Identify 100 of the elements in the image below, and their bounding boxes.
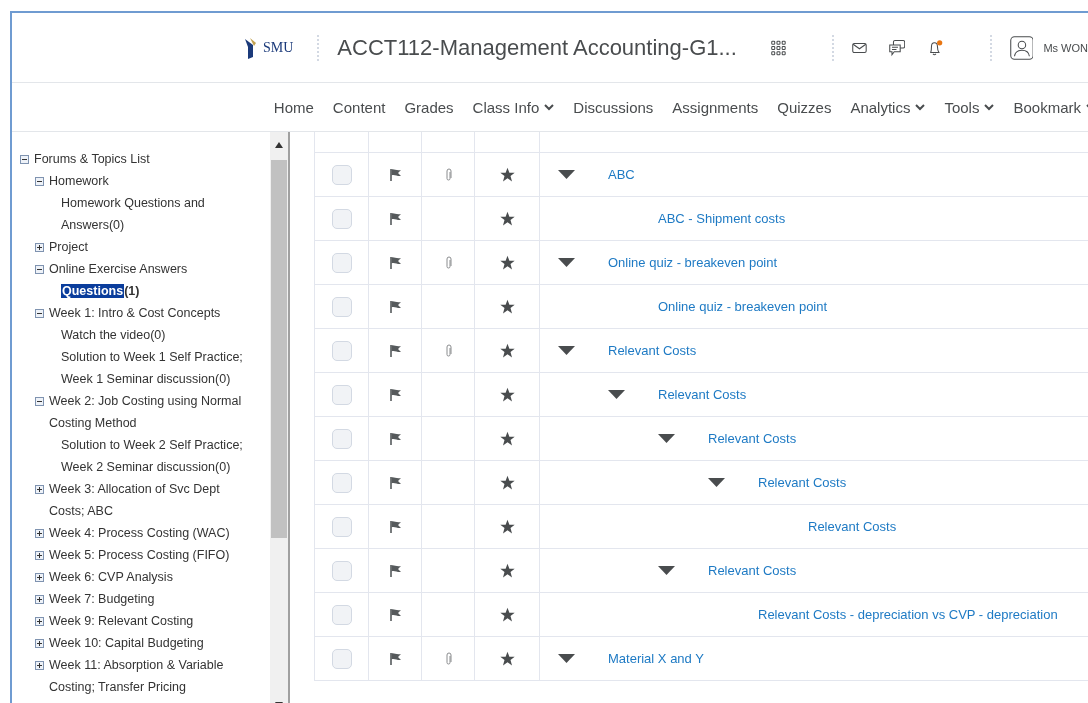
tree-toggle-icon[interactable] (35, 529, 44, 538)
row-checkbox[interactable] (331, 604, 352, 625)
row-checkbox[interactable] (331, 516, 352, 537)
thread-link[interactable]: Relevant Costs (708, 431, 797, 446)
caret-icon[interactable] (708, 478, 725, 487)
flag-icon[interactable] (388, 476, 402, 489)
row-checkbox[interactable] (331, 164, 352, 185)
mail-icon[interactable] (851, 40, 867, 55)
tree-item[interactable]: Week 10: Capital Budgeting (49, 632, 204, 654)
tree-item[interactable]: Week 5: Process Costing (FIFO) (49, 544, 230, 566)
caret-icon[interactable] (558, 170, 575, 179)
nav-link[interactable]: Grades (404, 98, 454, 116)
tree-toggle-icon[interactable] (35, 309, 44, 318)
course-title[interactable]: ACCT112-Management Accounting-G1... (337, 34, 737, 61)
tree-toggle-icon[interactable] (35, 485, 44, 494)
caret-icon[interactable] (658, 434, 675, 443)
tree-toggle-icon[interactable] (35, 243, 44, 252)
nav-link[interactable]: Content (332, 98, 386, 116)
scroll-up-icon[interactable] (275, 142, 283, 148)
tree-toggle-icon[interactable] (35, 177, 44, 186)
tree-item[interactable]: Watch the video(0) (61, 324, 166, 346)
tree-item[interactable]: Homework Questions and Answers(0) (61, 192, 261, 236)
star-icon[interactable] (499, 607, 515, 622)
thread-link[interactable]: Relevant Costs - depreciation vs CVP - depreciation (758, 607, 1058, 622)
nav-link[interactable]: Assignments (672, 98, 759, 116)
flag-icon[interactable] (388, 300, 402, 313)
nav-link[interactable]: Discussions (573, 98, 654, 116)
caret-icon[interactable] (608, 390, 625, 399)
flag-icon[interactable] (388, 344, 402, 357)
row-checkbox[interactable] (331, 208, 352, 229)
star-icon[interactable] (499, 343, 515, 358)
tree-item[interactable]: Forums & Topics List (34, 148, 150, 170)
tree-toggle-icon[interactable] (35, 595, 44, 604)
tree-item[interactable]: Online Exercise Answers (49, 258, 188, 280)
flag-icon[interactable] (388, 212, 402, 225)
flag-icon[interactable] (388, 520, 402, 533)
row-checkbox[interactable] (331, 560, 352, 581)
thread-link[interactable]: Online quiz - breakeven point (608, 255, 778, 270)
tree-item[interactable]: Solution to Week 2 Self Practice; Week 2 Seminar discussion(0) (61, 434, 261, 478)
nav-link[interactable]: Analytics (850, 98, 926, 116)
star-icon[interactable] (499, 255, 515, 270)
tree-toggle-icon[interactable] (35, 639, 44, 648)
thread-link[interactable]: Relevant Costs (758, 475, 847, 490)
tree-item[interactable]: Week 3: Allocation of Svc Dept Costs; ABC (49, 478, 249, 522)
tree-item[interactable]: Project (49, 236, 88, 258)
tree-toggle-icon[interactable] (35, 551, 44, 560)
flag-icon[interactable] (388, 388, 402, 401)
tree-item[interactable]: Week 6: CVP Analysis (49, 566, 173, 588)
university-logo[interactable]: SMU (244, 36, 294, 59)
tree-toggle-icon[interactable] (20, 155, 29, 164)
tree-item[interactable]: Week 1: Intro & Cost Concepts (49, 302, 221, 324)
caret-icon[interactable] (658, 566, 675, 575)
star-icon[interactable] (499, 167, 515, 182)
caret-icon[interactable] (558, 258, 575, 267)
flag-icon[interactable] (388, 564, 402, 577)
tree-item[interactable]: Week 2: Job Costing using Normal Costing Method (49, 390, 249, 434)
tree-item[interactable]: Week 4: Process Costing (WAC) (49, 522, 230, 544)
row-checkbox[interactable] (331, 252, 352, 273)
caret-icon[interactable] (558, 346, 575, 355)
thread-link[interactable]: Relevant Costs (608, 343, 697, 358)
tree-item[interactable]: Solution to Week 1 Self Practice; Week 1 Seminar discussion(0) (61, 346, 261, 390)
flag-icon[interactable] (388, 432, 402, 445)
star-icon[interactable] (499, 651, 515, 666)
scrollbar[interactable] (270, 132, 288, 703)
star-icon[interactable] (499, 211, 515, 226)
star-icon[interactable] (499, 387, 515, 402)
user-name[interactable]: Ms WON (1043, 41, 1088, 54)
nav-link[interactable]: Tools (944, 98, 995, 116)
tree-item[interactable]: Week 11: Absorption & Variable Costing; Transfer Pricing (49, 654, 249, 698)
nav-link[interactable]: Home (273, 98, 314, 116)
row-checkbox[interactable] (331, 384, 352, 405)
tree-toggle-icon[interactable] (35, 661, 44, 670)
flag-icon[interactable] (388, 256, 402, 269)
nav-link[interactable]: Bookmark (1013, 98, 1088, 116)
caret-icon[interactable] (558, 654, 575, 663)
flag-icon[interactable] (388, 652, 402, 665)
row-checkbox[interactable] (331, 648, 352, 669)
tree-item[interactable]: Homework (49, 170, 109, 192)
row-checkbox[interactable] (331, 472, 352, 493)
flag-icon[interactable] (388, 608, 402, 621)
tree-toggle-icon[interactable] (35, 617, 44, 626)
thread-link[interactable]: Relevant Costs (658, 387, 747, 402)
row-checkbox[interactable] (331, 428, 352, 449)
thread-link[interactable]: ABC - Shipment costs (658, 211, 786, 226)
nav-link[interactable]: Class Info (472, 98, 555, 116)
star-icon[interactable] (499, 475, 515, 490)
star-icon[interactable] (499, 519, 515, 534)
flag-icon[interactable] (388, 168, 402, 181)
thread-link[interactable]: ABC (608, 167, 635, 182)
tree-item[interactable]: Week 9: Relevant Costing (49, 610, 194, 632)
tree-item[interactable]: Week 7: Budgeting (49, 588, 155, 610)
thread-link[interactable]: Relevant Costs (808, 519, 897, 534)
star-icon[interactable] (499, 299, 515, 314)
nav-link[interactable]: Quizzes (777, 98, 832, 116)
tree-toggle-icon[interactable] (35, 265, 44, 274)
thread-link[interactable]: Relevant Costs (708, 563, 797, 578)
thread-link[interactable]: Material X and Y (608, 651, 704, 666)
star-icon[interactable] (499, 563, 515, 578)
row-checkbox[interactable] (331, 340, 352, 361)
thread-link[interactable]: Online quiz - breakeven point (658, 299, 828, 314)
